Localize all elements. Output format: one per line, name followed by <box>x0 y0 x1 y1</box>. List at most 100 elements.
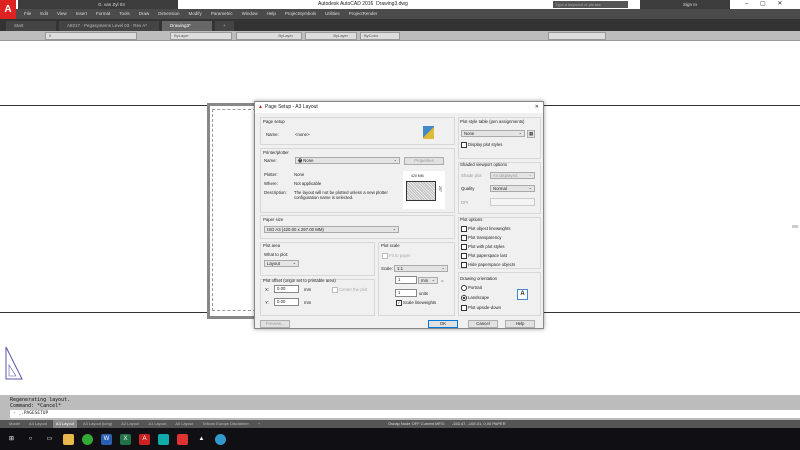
space-toggle[interactable]: PAPER <box>492 421 505 426</box>
layout-tab-a3[interactable]: A3 Layout <box>52 420 77 428</box>
sign-in-label: Sign In <box>683 2 698 7</box>
menu-edit[interactable]: Edit <box>40 9 48 19</box>
menu-projectsymbols[interactable]: ProjectSymbols <box>285 9 316 19</box>
menu-format[interactable]: Format <box>96 9 110 19</box>
excel-icon[interactable]: X <box>120 433 131 445</box>
layout-tab-a1[interactable]: A1 Layout <box>145 420 169 428</box>
layout-tab-a2[interactable]: A2 Layout <box>118 420 142 428</box>
menu-utilities[interactable]: Utilities <box>325 9 340 19</box>
layout-tab-a3-long[interactable]: A3 Layout (long) <box>80 420 115 428</box>
plot-paperspace-last-checkbox[interactable]: Plot paperspace last <box>461 253 507 259</box>
menu-window[interactable]: Window <box>242 9 258 19</box>
label: X: <box>265 287 270 292</box>
menu-insert[interactable]: Insert <box>76 9 87 19</box>
display-plot-styles-checkbox[interactable]: Display plot styles <box>461 142 502 148</box>
search-input[interactable]: Type a keyword or phrase <box>553 1 628 8</box>
linetype-dropdown[interactable]: ByLayer <box>236 32 302 40</box>
document-tabs: Start A8217 - Pegasystems Level 03 - Rev… <box>0 19 800 31</box>
layout-tab-disclaimer[interactable]: Telkom Europe Disclaimer <box>199 420 251 428</box>
menu-dimension[interactable]: Dimension <box>158 9 179 19</box>
scrollbar-right[interactable] <box>792 225 798 228</box>
menu-help[interactable]: Help <box>267 9 276 19</box>
edit-plot-style-button[interactable]: ▦ <box>527 130 535 138</box>
scale-value1-input[interactable]: 1 <box>395 276 417 284</box>
sign-in[interactable]: Sign In <box>640 0 730 9</box>
minimize-icon[interactable]: – <box>745 1 748 7</box>
label: DPI <box>461 200 469 205</box>
plot-transparency-checkbox[interactable]: Plot transparency <box>461 235 501 241</box>
what-to-plot-dropdown[interactable]: Layout <box>264 260 299 267</box>
task-view-icon[interactable]: ▭ <box>44 434 55 445</box>
menu-tools[interactable]: Tools <box>119 9 130 19</box>
coordinates: -153.47, -105.01, 0.00 <box>451 421 492 426</box>
cancel-button[interactable]: Cancel <box>468 320 498 328</box>
cortana-icon[interactable]: ○ <box>25 434 36 445</box>
file-explorer-icon[interactable] <box>63 433 74 445</box>
color-dropdown[interactable]: ByLayer <box>170 32 232 40</box>
layout-tab-model[interactable]: Model <box>6 420 23 428</box>
app-icon-2[interactable]: ▲ <box>196 434 207 445</box>
app-icon[interactable] <box>158 433 169 445</box>
plotstyle-dropdown[interactable]: ByColor <box>360 32 400 40</box>
tab-start[interactable]: Start <box>6 21 56 31</box>
tab-a8217[interactable]: A8217 - Pegasystems Level 03 - Rev A* <box>59 21 159 31</box>
landscape-radio[interactable]: Landscape <box>461 295 489 301</box>
center-plot-checkbox[interactable]: Center the plot <box>332 287 367 293</box>
help-button[interactable]: Help <box>505 320 535 328</box>
portrait-radio[interactable]: Portrait <box>461 285 482 291</box>
autocad-taskbar-icon[interactable]: A <box>139 433 150 445</box>
sketchup-icon[interactable] <box>177 433 188 445</box>
scale-lineweights-checkbox[interactable]: Scale lineweights <box>396 300 436 306</box>
window-controls[interactable]: – ▢ ✕ <box>745 0 782 9</box>
add-layout-button[interactable]: + <box>255 420 263 428</box>
ok-button[interactable]: OK <box>428 320 458 328</box>
menu-modify[interactable]: Modify <box>189 9 202 19</box>
maximize-icon[interactable]: ▢ <box>760 1 766 7</box>
hide-paperspace-objects-checkbox[interactable]: Hide paperspace objects <box>461 262 515 268</box>
new-tab-button[interactable]: + <box>215 21 234 31</box>
autocad-logo[interactable]: A <box>0 0 16 19</box>
word-icon[interactable]: W <box>101 433 112 445</box>
quality-dropdown[interactable]: Normal <box>490 185 535 192</box>
close-icon[interactable]: ✕ <box>535 102 539 113</box>
menu-projectrender[interactable]: ProjectRender <box>349 9 378 19</box>
layout-tab-a0[interactable]: A0 Layout <box>172 420 196 428</box>
menu-parametric[interactable]: Parametric <box>211 9 233 19</box>
windows-start-icon[interactable]: ⊞ <box>6 434 17 445</box>
scale-dropdown[interactable]: 1:1 <box>394 265 448 272</box>
app-icon-3[interactable] <box>215 433 226 445</box>
dpi-input[interactable] <box>490 198 535 206</box>
workspace-user[interactable]: G. van Zyl 03 <box>98 2 125 7</box>
chrome-icon[interactable] <box>82 433 93 445</box>
quick-access-toolbar[interactable]: G. van Zyl 03 <box>18 0 178 9</box>
layer-dropdown[interactable]: 0 <box>45 32 137 40</box>
close-icon[interactable]: ✕ <box>777 1 782 7</box>
printer-dropdown[interactable]: 🖶 None <box>295 157 400 164</box>
label: Scale: <box>381 266 393 271</box>
menu-view[interactable]: View <box>57 9 67 19</box>
layout-tab-a4[interactable]: A4 Layout <box>26 420 50 428</box>
menu-file[interactable]: File <box>24 9 31 19</box>
label: Plotter: <box>264 172 278 177</box>
tab-drawing3[interactable]: Drawing3* <box>162 21 212 31</box>
lineweight-dropdown[interactable]: ByLayer <box>305 32 357 40</box>
plot-with-styles-checkbox[interactable]: Plot with plot styles <box>461 244 505 250</box>
offset-y-input[interactable]: 0.00 <box>274 298 299 306</box>
plot-upside-down-checkbox[interactable]: Plot upside-down <box>461 305 501 311</box>
menu-draw[interactable]: Draw <box>139 9 150 19</box>
scale-value2-input[interactable]: 1 <box>395 289 417 297</box>
scale-unit-dropdown[interactable]: mm <box>418 277 438 284</box>
plot-style-dropdown[interactable]: None <box>461 130 525 137</box>
dialog-title: Page Setup - A3 Layout <box>265 104 318 110</box>
plot-object-lineweights-checkbox[interactable]: Plot object lineweights <box>461 226 511 232</box>
paper-size-dropdown[interactable]: ISO A3 (420.00 x 297.00 MM) <box>264 226 399 233</box>
offset-x-input[interactable]: 0.00 <box>274 285 299 293</box>
preview-button[interactable]: Preview... <box>260 320 290 328</box>
properties-button[interactable]: Properties <box>404 157 444 165</box>
ucs-icon <box>5 346 23 380</box>
shade-plot-dropdown[interactable]: As displayed <box>490 172 535 179</box>
fit-to-paper-checkbox[interactable]: Fit to paper <box>382 253 411 259</box>
command-input[interactable]: - _.PAGESETUP <box>10 410 800 418</box>
view-dropdown[interactable] <box>548 32 606 40</box>
taskbar: ⊞ ○ ▭ W X A ▲ <box>0 428 800 450</box>
